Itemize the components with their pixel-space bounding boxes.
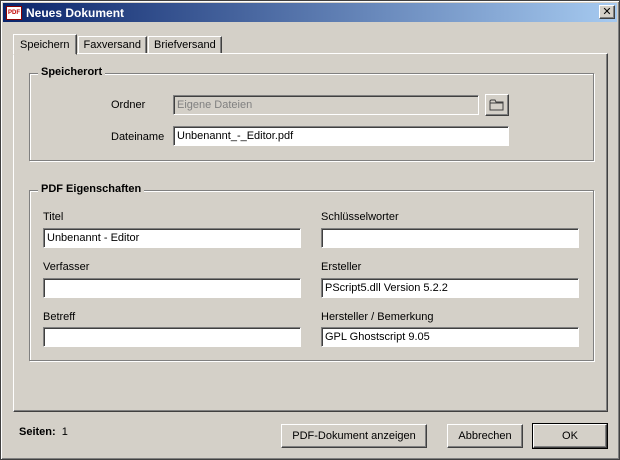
verfasser-input[interactable]: [43, 278, 301, 298]
tab-strip: Speichern Faxversand Briefversand: [13, 34, 223, 55]
title-bar[interactable]: PDF Neues Dokument ✕: [3, 3, 617, 22]
dateiname-input[interactable]: [173, 126, 509, 146]
schluesselwoerter-input[interactable]: [321, 228, 579, 248]
pdf-properties-group: PDF Eigenschaften Titel Schlüsselworter …: [29, 183, 594, 361]
pdf-properties-title: PDF Eigenschaften: [38, 183, 145, 195]
dialog-window: PDF Neues Dokument ✕ Speichern Faxversan…: [0, 0, 620, 460]
hersteller-label: Hersteller / Bemerkung: [321, 311, 434, 323]
ordner-label: Ordner: [111, 99, 146, 111]
speicherort-title: Speicherort: [38, 66, 106, 78]
hersteller-input[interactable]: [321, 327, 579, 347]
speicherort-group: Speicherort Ordner Dateiname: [29, 66, 594, 161]
ersteller-label: Ersteller: [321, 261, 362, 273]
folder-icon: [489, 99, 504, 111]
tab-speichern[interactable]: Speichern: [13, 34, 77, 55]
seiten-value: 1: [61, 426, 68, 438]
pdf-app-icon: PDF: [6, 5, 22, 20]
betreff-input[interactable]: [43, 327, 301, 347]
tab-panel-speichern: Speicherort Ordner Dateiname PDF Eigensc…: [13, 53, 608, 412]
ersteller-input[interactable]: [321, 278, 579, 298]
tab-faxversand[interactable]: Faxversand: [77, 36, 148, 54]
cancel-button[interactable]: Abbrechen: [447, 424, 523, 448]
seiten-label: Seiten:: [19, 426, 56, 438]
betreff-label: Betreff: [43, 311, 76, 323]
browse-folder-button[interactable]: [485, 94, 509, 116]
ok-button[interactable]: OK: [532, 423, 608, 449]
close-button[interactable]: ✕: [599, 5, 615, 19]
verfasser-label: Verfasser: [43, 261, 90, 273]
schluesselwoerter-label: Schlüsselworter: [321, 211, 399, 223]
titel-input[interactable]: [43, 228, 301, 248]
window-title: Neues Dokument: [26, 5, 125, 20]
close-icon: ✕: [602, 5, 612, 18]
tab-briefversand[interactable]: Briefversand: [148, 36, 222, 54]
titel-label: Titel: [43, 211, 64, 223]
ordner-input[interactable]: [173, 95, 479, 115]
dateiname-label: Dateiname: [111, 131, 165, 143]
show-pdf-button[interactable]: PDF-Dokument anzeigen: [281, 424, 427, 448]
pages-info: Seiten: 1: [19, 426, 68, 438]
